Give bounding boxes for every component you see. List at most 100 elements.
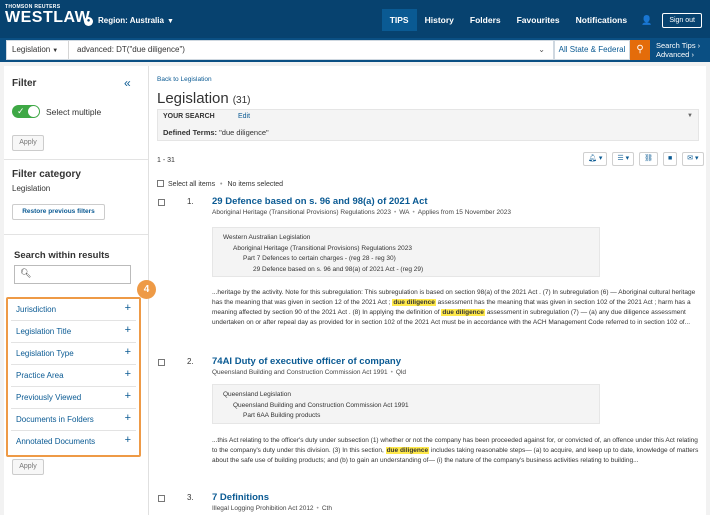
nav-favourites[interactable]: Favourites [509,9,568,31]
hierarchy-level[interactable]: Western Australian Legislation [223,233,589,244]
facet-jurisdiction[interactable]: Jurisdiction + [11,299,136,321]
search-tips: Search Tips › Advanced › [656,41,700,59]
nav-folders[interactable]: Folders [462,9,509,31]
facet-practice-area[interactable]: Practice Area + [11,365,136,387]
link-button[interactable]: ⛓ [639,152,658,166]
result-title-link[interactable]: 74AI Duty of executive officer of compan… [212,356,401,367]
search-icon: ⚲ [636,44,644,55]
search-within-input[interactable]: 🔍︎ [14,265,131,284]
link-icon: ⛓ [644,155,653,162]
search-term-highlight: due diligence [441,309,485,316]
select-multiple-toggle[interactable]: ✓ [12,105,40,118]
result-checkbox[interactable] [158,495,165,502]
search-button[interactable]: ⚲ [630,40,650,60]
result-checkbox[interactable] [158,199,165,206]
nav-tips[interactable]: TIPS [381,9,417,31]
page-title: Legislation (31) [157,90,251,107]
result-hierarchy: Queensland Legislation Queensland Buildi… [212,384,600,424]
separator-dot: • [316,505,319,512]
top-bar: THOMSON REUTERS WESTLAW ● Region: Austra… [0,0,710,38]
back-link[interactable]: Back to Legislation [157,76,212,83]
facet-list: Jurisdiction + Legislation Title + Legisla… [6,297,141,457]
facet-previously-viewed[interactable]: Previously Viewed + [11,387,136,409]
hierarchy-level[interactable]: Part 7 Defences to certain charges - (re… [223,254,589,265]
results-content: Back to Legislation Legislation (31) YOUR… [150,66,706,515]
facet-legislation-type[interactable]: Legislation Type + [11,343,136,365]
hierarchy-level[interactable]: Part 6AA Building products [223,411,589,422]
westlaw-logo[interactable]: THOMSON REUTERS WESTLAW [5,4,90,26]
result-source: Illegal Logging Prohibition Act 2012 [212,505,314,512]
your-search-label: YOUR SEARCH [163,113,215,120]
check-icon: ✓ [17,106,25,116]
jurisdiction-selector[interactable]: All State & Federal [554,40,630,60]
search-scope-label: Legislation [12,45,51,54]
facet-legislation-title[interactable]: Legislation Title + [11,321,136,343]
plus-icon[interactable]: + [125,390,131,402]
hierarchy-level[interactable]: Queensland Building and Construction Com… [223,401,589,412]
result-checkbox[interactable] [158,359,165,366]
nav-notifications[interactable]: Notifications [568,9,635,31]
advanced-search-link[interactable]: Advanced › [656,50,700,59]
facet-label: Documents in Folders [16,415,94,424]
plus-icon[interactable]: + [125,324,131,336]
filter-category-value: Legislation [12,184,51,193]
plus-icon[interactable]: + [125,302,131,314]
facet-label: Legislation Type [16,349,74,358]
divider [4,159,148,160]
apply-button[interactable]: Apply [12,135,44,151]
result-source: Queensland Building and Construction Com… [212,369,388,376]
page-title-text: Legislation [157,90,229,107]
facet-label: Jurisdiction [16,305,57,314]
facet-label: Legislation Title [16,327,72,336]
result-meta: Illegal Logging Prohibition Act 2012 • Cth [212,505,332,512]
folder-button[interactable]: ■ [663,152,678,166]
region-selector[interactable]: Region: Australia ▼ [98,16,174,25]
search-input[interactable]: advanced: DT("due diligence") [77,41,185,59]
defined-terms-value: "due diligence" [219,128,269,137]
list-view-button[interactable]: ☰ ▾ [612,152,635,166]
select-all-checkbox[interactable] [157,180,164,187]
select-all-label[interactable]: Select all items [168,181,215,188]
nav-history[interactable]: History [417,9,462,31]
region-label: Region: Australia [98,16,164,25]
chevron-down-icon[interactable]: ⌄ [538,41,545,59]
caret-down-icon[interactable]: ▼ [687,113,693,119]
alert-bell-button[interactable]: 🔔︎ ▾ [583,152,608,166]
collapse-sidebar-button[interactable]: « [124,76,131,90]
restore-filters-button[interactable]: Restore previous filters [12,204,105,220]
email-button[interactable]: ✉ ▾ [682,152,704,166]
select-all-row: Select all items • No items selected [157,180,283,188]
user-icon[interactable]: 👤 [635,15,658,26]
search-scope-dropdown[interactable]: Legislation ▼ [7,41,69,59]
filter-sidebar: Filter « ✓ Select multiple Apply Filter … [4,66,156,515]
result-source: Aboriginal Heritage (Transitional Provis… [212,209,391,216]
result-meta: Aboriginal Heritage (Transitional Provis… [212,209,511,216]
result-applies: Applies from 15 November 2023 [417,209,511,216]
result-snippet: ...this Act relating to the officer's du… [212,436,699,466]
brand-name: WESTLAW [5,9,91,26]
search-tips-link[interactable]: Search Tips › [656,41,700,50]
result-number: 2. [187,357,194,366]
result-title-link[interactable]: 7 Definitions [212,492,269,503]
result-meta: Queensland Building and Construction Com… [212,369,406,376]
list-icon: ☰ [617,155,624,162]
result-title-link[interactable]: 29 Defence based on s. 96 and 98(a) of 2… [212,196,428,207]
sign-out-button[interactable]: Sign out [662,12,702,28]
hierarchy-level[interactable]: 29 Defence based on s. 96 and 98(a) of 2… [223,265,589,276]
hierarchy-level[interactable]: Aboriginal Heritage (Transitional Provis… [223,244,589,255]
plus-icon[interactable]: + [125,368,131,380]
facet-annotated-documents[interactable]: Annotated Documents + [11,431,136,453]
apply-button-bottom[interactable]: Apply [12,459,44,475]
select-multiple-label: Select multiple [46,107,102,117]
divider [4,234,148,235]
plus-icon[interactable]: + [125,346,131,358]
chevron-down-icon: ▼ [166,18,174,25]
edit-search-link[interactable]: Edit [238,113,250,120]
plus-icon[interactable]: + [125,412,131,424]
hierarchy-level[interactable]: Queensland Legislation [223,390,589,401]
your-search-panel: YOUR SEARCH Edit ▼ Defined Terms: "due d… [157,109,699,141]
envelope-icon: ✉ [687,155,694,162]
plus-icon[interactable]: + [125,434,131,446]
result-toolbar: 🔔︎ ▾ ☰ ▾ ⛓ ■ ✉ ▾ [578,152,704,166]
facet-documents-in-folders[interactable]: Documents in Folders + [11,409,136,431]
